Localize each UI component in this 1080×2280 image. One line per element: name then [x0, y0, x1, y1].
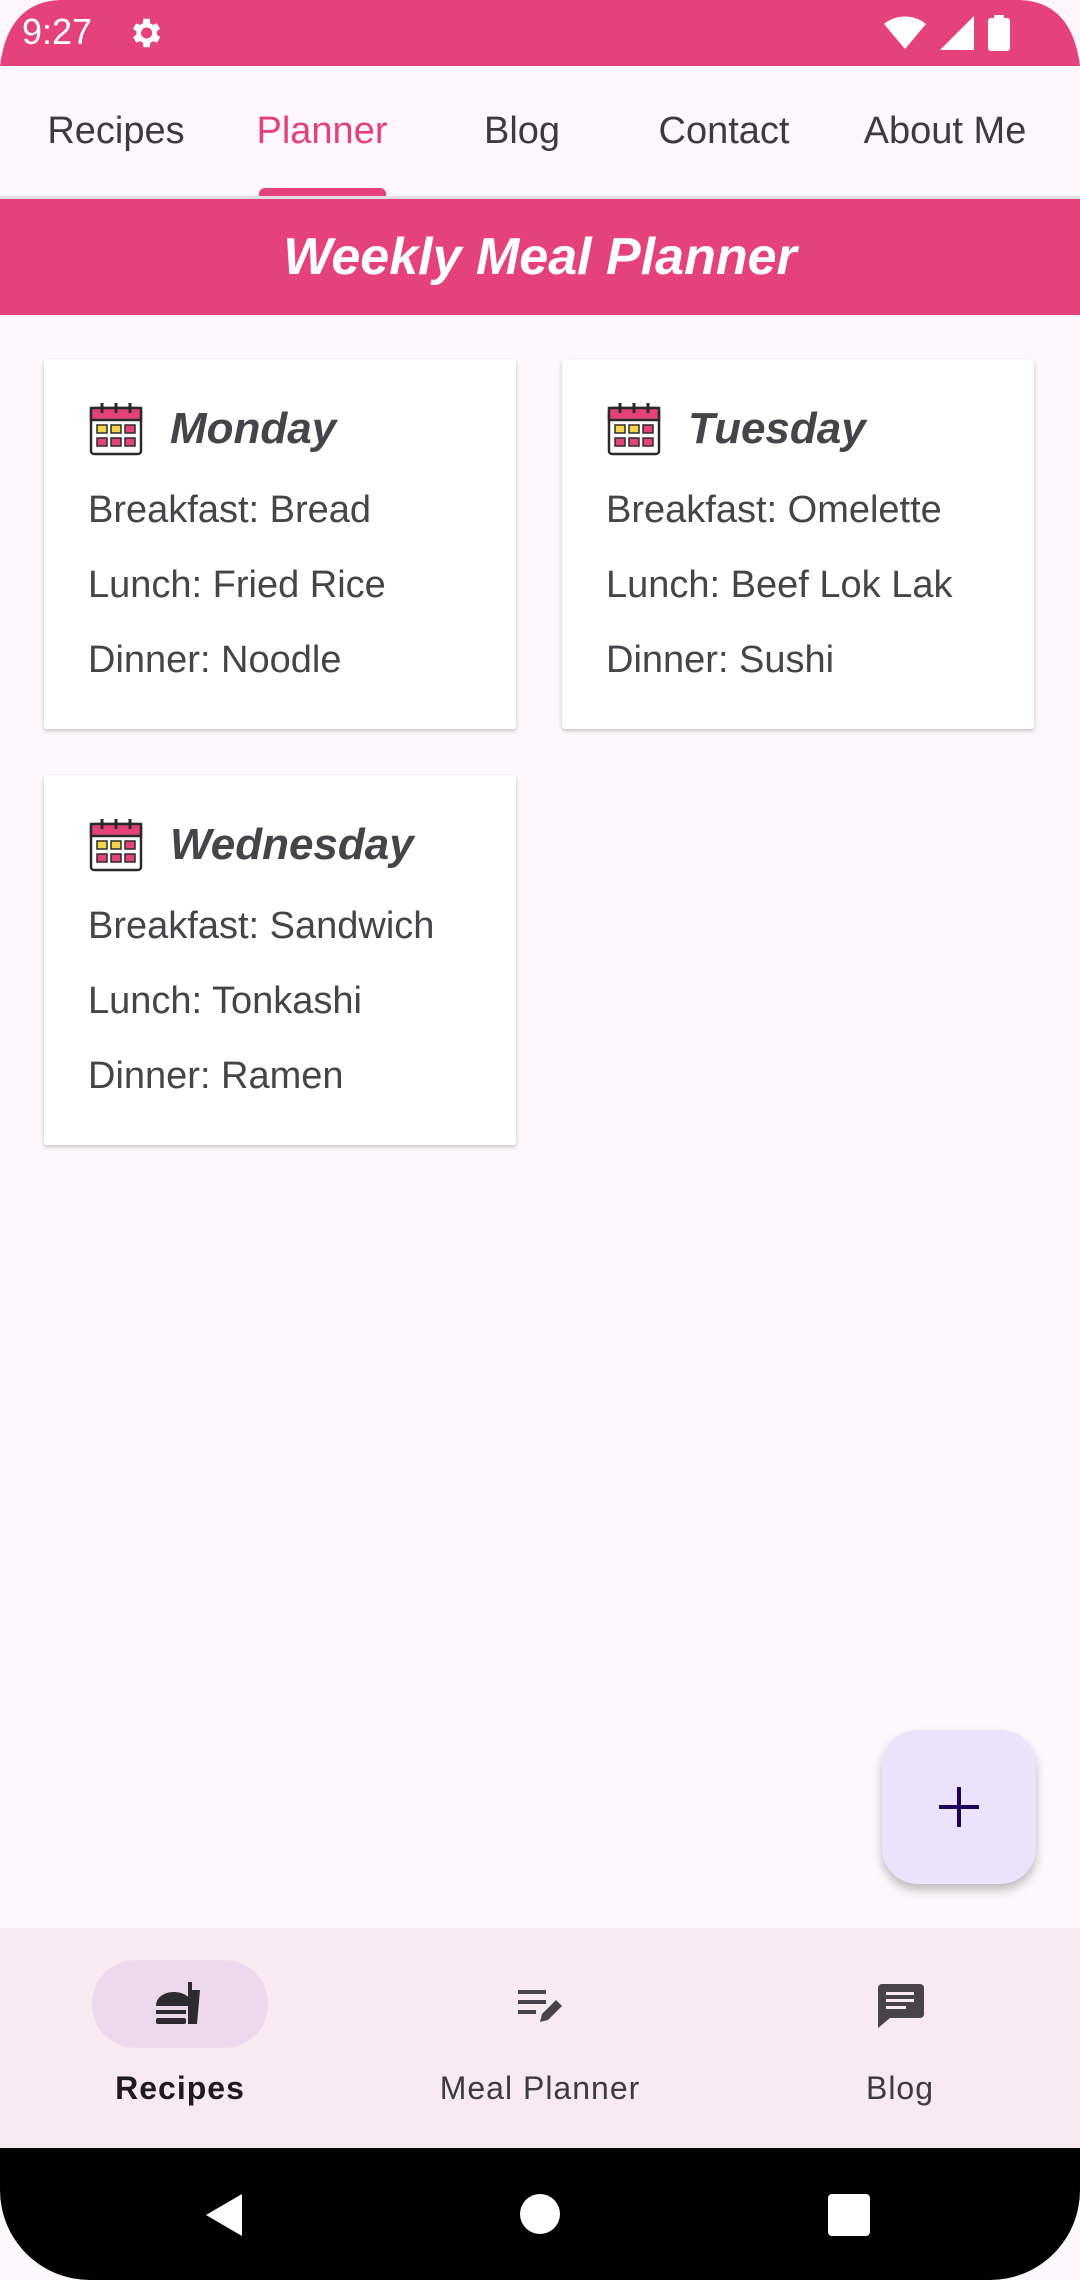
breakfast-text: Breakfast: Sandwich: [88, 905, 435, 947]
tab-blog[interactable]: Blog: [422, 66, 622, 196]
lunch-text: Lunch: Tonkashi: [88, 980, 362, 1022]
screen-corner: [1020, 0, 1080, 66]
tab-contact[interactable]: Contact: [624, 66, 824, 196]
add-meal-fab[interactable]: [882, 1730, 1036, 1884]
lunch-text: Lunch: Beef Lok Lak: [606, 564, 953, 606]
day-title: Monday: [170, 404, 337, 453]
tab-active-indicator: [259, 188, 386, 196]
status-bar: 9:27: [0, 0, 1080, 66]
tab-recipes[interactable]: Recipes: [16, 66, 216, 196]
plus-icon: [939, 1787, 979, 1827]
calendar-icon: [607, 403, 661, 456]
battery-icon: [988, 15, 1010, 51]
nav-label: Blog: [865, 2070, 935, 2106]
wifi-icon: [884, 16, 926, 49]
back-icon[interactable]: [202, 2192, 248, 2238]
tab-planner[interactable]: Planner: [222, 66, 422, 196]
calendar-icon: [89, 819, 143, 872]
cellular-signal-icon: [940, 16, 974, 50]
day-title: Tuesday: [688, 404, 866, 453]
chat-bubble-icon: [878, 1984, 924, 2028]
day-title: Wednesday: [170, 820, 414, 869]
calendar-icon: [89, 403, 143, 456]
day-card-monday[interactable]: Monday Breakfast: Bread Lunch: Fried Ric…: [44, 359, 516, 729]
dinner-text: Dinner: Ramen: [88, 1055, 344, 1097]
day-card-tuesday[interactable]: Tuesday Breakfast: Omelette Lunch: Beef …: [562, 359, 1034, 729]
system-navigation-bar: [0, 2148, 1080, 2280]
settings-gear-icon: [132, 18, 161, 48]
status-icons: [884, 14, 1010, 52]
page-title: Weekly Meal Planner: [0, 199, 1080, 315]
recents-icon[interactable]: [828, 2194, 870, 2236]
breakfast-text: Breakfast: Bread: [88, 489, 372, 531]
home-icon[interactable]: [518, 2192, 562, 2236]
nav-item-blog[interactable]: Blog: [720, 1928, 1080, 2148]
screen-corner: [0, 0, 60, 66]
edit-list-icon: [518, 1990, 562, 2022]
dinner-text: Dinner: Noodle: [88, 639, 342, 681]
day-card-wednesday[interactable]: Wednesday Breakfast: Sandwich Lunch: Ton…: [44, 775, 516, 1145]
tab-about-me[interactable]: About Me: [838, 66, 1052, 196]
fastfood-icon: [156, 1982, 200, 2024]
nav-item-recipes[interactable]: Recipes: [0, 1928, 360, 2148]
dinner-text: Dinner: Sushi: [606, 639, 835, 681]
nav-item-meal-planner[interactable]: Meal Planner: [360, 1928, 720, 2148]
bottom-navigation: Recipes Meal Planner Blog: [0, 1928, 1080, 2148]
breakfast-text: Breakfast: Omelette: [606, 489, 942, 531]
nav-label: Meal Planner: [439, 2070, 641, 2106]
nav-label: Recipes: [115, 2070, 245, 2106]
lunch-text: Lunch: Fried Rice: [88, 564, 386, 606]
top-tab-bar: Recipes Planner Blog Contact About Me: [0, 66, 1080, 199]
